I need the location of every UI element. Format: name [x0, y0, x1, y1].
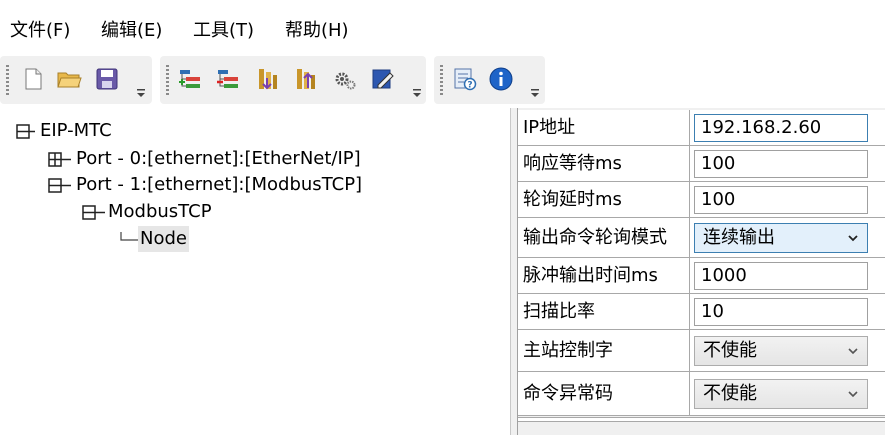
- toolbar-edit: [160, 56, 426, 104]
- download-icon[interactable]: [254, 66, 280, 92]
- prop-label-master-control: 主站控制字: [523, 340, 613, 361]
- open-folder-icon[interactable]: [56, 66, 82, 92]
- prop-divider: [689, 182, 690, 217]
- tree-connector-icon: [120, 232, 139, 241]
- tree-label-modbus: ModbusTCP: [108, 201, 212, 222]
- tree-node-node[interactable]: Node: [118, 226, 238, 252]
- toolbar-grip[interactable]: [6, 65, 9, 95]
- prop-row-poll-delay: 轮询延时ms 100: [518, 182, 885, 218]
- prop-label-scan-ratio: 扫描比率: [523, 301, 595, 322]
- property-grid-footer: [518, 417, 885, 422]
- tree-label-node: Node: [138, 226, 189, 252]
- info-icon[interactable]: [488, 66, 514, 92]
- new-file-icon[interactable]: [20, 66, 46, 92]
- tree-node-root[interactable]: EIP-MTC: [16, 118, 316, 144]
- toolbar-area: ?: [0, 56, 885, 106]
- prop-row-error-code: 命令异常码 不使能: [518, 372, 885, 416]
- collapse-icon[interactable]: [82, 205, 106, 221]
- error-code-value: 不使能: [703, 383, 757, 404]
- help-doc-icon[interactable]: ?: [452, 66, 478, 92]
- prop-divider: [689, 372, 690, 415]
- menu-tools[interactable]: 工具(T): [193, 19, 254, 43]
- response-wait-input[interactable]: 100: [694, 150, 868, 178]
- prop-divider: [689, 330, 690, 371]
- ip-address-input[interactable]: 192.168.2.60: [694, 114, 868, 142]
- toolbar-overflow-icon[interactable]: [412, 88, 422, 98]
- toolbar-grip[interactable]: [166, 65, 169, 95]
- prop-row-scan-ratio: 扫描比率 10: [518, 294, 885, 330]
- toolbar-file: [0, 56, 152, 104]
- add-node-icon[interactable]: [178, 66, 204, 92]
- menu-edit[interactable]: 编辑(E): [101, 19, 162, 43]
- pulse-time-input[interactable]: 1000: [694, 262, 868, 290]
- prop-label-error-code: 命令异常码: [523, 383, 613, 404]
- prop-label-output-mode: 输出命令轮询模式: [523, 227, 667, 248]
- upload-icon[interactable]: [292, 66, 318, 92]
- prop-divider: [689, 258, 690, 293]
- remove-node-icon[interactable]: [216, 66, 242, 92]
- prop-divider: [689, 110, 690, 145]
- tree-label-port1: Port - 1:[ethernet]:[ModbusTCP]: [76, 174, 363, 195]
- menu-bar: 文件(F) 编辑(E) 工具(T) 帮助(H): [0, 0, 885, 56]
- prop-row-response-wait: 响应等待ms 100: [518, 146, 885, 182]
- prop-divider: [689, 294, 690, 329]
- chevron-down-icon: [848, 348, 858, 355]
- menu-file[interactable]: 文件(F): [10, 19, 70, 43]
- toolbar-grip[interactable]: [440, 65, 443, 95]
- master-control-value: 不使能: [703, 340, 757, 361]
- prop-divider: [689, 146, 690, 181]
- prop-label-ip: IP地址: [523, 117, 576, 138]
- tree-label-port0: Port - 0:[ethernet]:[EtherNet/IP]: [76, 148, 361, 169]
- output-mode-value: 连续输出: [703, 227, 775, 248]
- toolbar-help: ?: [434, 56, 545, 104]
- prop-label-pulse-time: 脉冲输出时间ms: [523, 265, 658, 286]
- tree-node-modbus[interactable]: ModbusTCP: [82, 199, 282, 225]
- expand-icon[interactable]: [48, 152, 72, 168]
- edit-icon[interactable]: [370, 66, 396, 92]
- scan-ratio-input[interactable]: 10: [694, 298, 868, 326]
- prop-row-pulse-time: 脉冲输出时间ms 1000: [518, 258, 885, 294]
- toolbar-overflow-icon[interactable]: [136, 88, 146, 98]
- prop-row-output-mode: 输出命令轮询模式 连续输出: [518, 218, 885, 258]
- chevron-down-icon: [848, 391, 858, 398]
- error-code-select[interactable]: 不使能: [694, 379, 868, 409]
- device-tree: EIP-MTC Port - 0:[ethernet]:[EtherNet/IP…: [0, 108, 510, 435]
- prop-divider: [689, 218, 690, 257]
- tree-node-port1[interactable]: Port - 1:[ethernet]:[ModbusTCP]: [48, 172, 448, 198]
- poll-delay-input[interactable]: 100: [694, 186, 868, 214]
- chevron-down-icon: [848, 235, 858, 242]
- prop-label-response-wait: 响应等待ms: [523, 153, 622, 174]
- tree-node-port0[interactable]: Port - 0:[ethernet]:[EtherNet/IP]: [48, 146, 448, 172]
- save-icon[interactable]: [94, 66, 120, 92]
- collapse-icon[interactable]: [16, 124, 36, 140]
- prop-row-master-control: 主站控制字 不使能: [518, 330, 885, 372]
- collapse-icon[interactable]: [48, 178, 72, 194]
- prop-label-poll-delay: 轮询延时ms: [523, 189, 622, 210]
- output-mode-select[interactable]: 连续输出: [694, 223, 868, 253]
- prop-row-ip: IP地址 192.168.2.60: [518, 110, 885, 146]
- pane-splitter[interactable]: [510, 108, 518, 435]
- menu-help[interactable]: 帮助(H): [285, 19, 349, 43]
- settings-gears-icon[interactable]: [332, 66, 358, 92]
- toolbar-overflow-icon[interactable]: [530, 88, 540, 98]
- property-grid: IP地址 192.168.2.60 响应等待ms 100 轮询延时ms 100 …: [518, 108, 885, 435]
- svg-text:?: ?: [467, 81, 472, 91]
- tree-label-root: EIP-MTC: [40, 120, 112, 141]
- master-control-select[interactable]: 不使能: [694, 336, 868, 366]
